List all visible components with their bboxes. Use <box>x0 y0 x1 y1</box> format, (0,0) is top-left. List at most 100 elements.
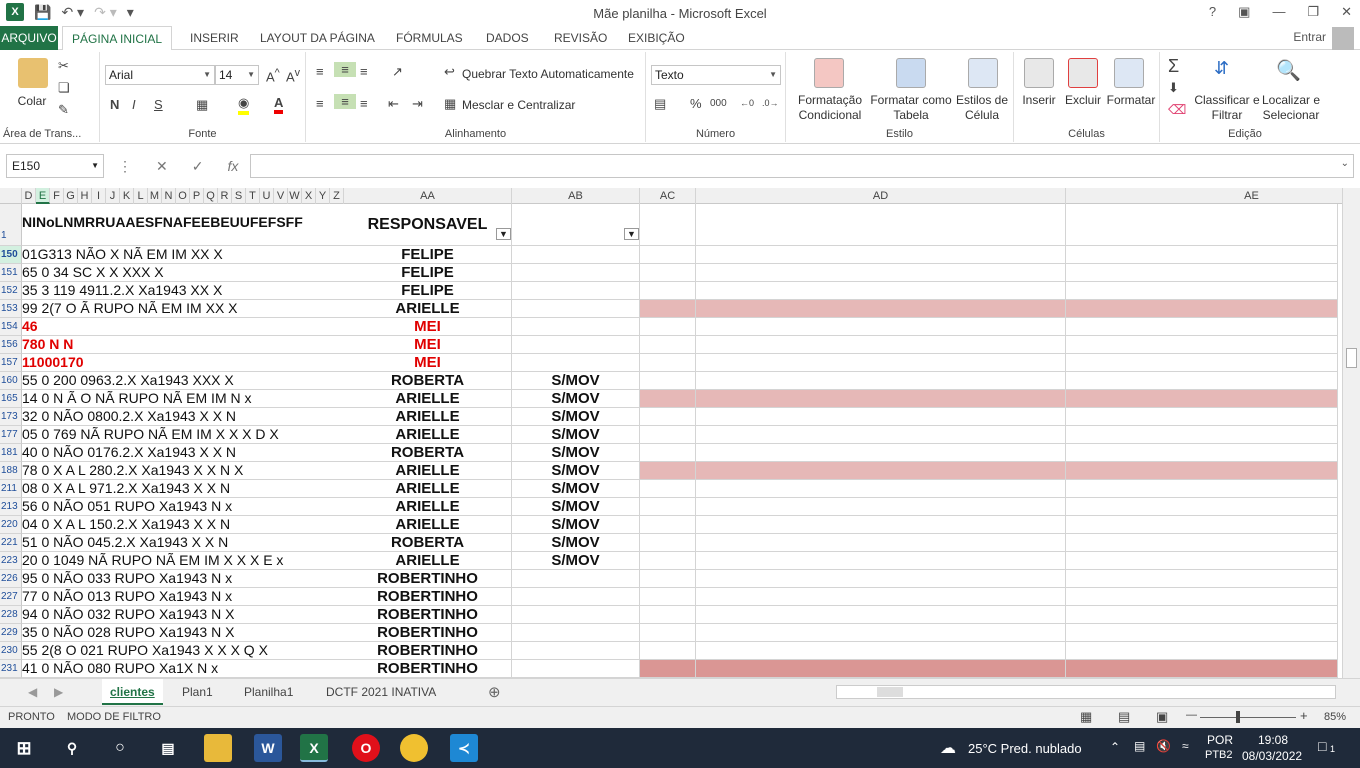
grid-cell[interactable] <box>640 642 696 659</box>
table-row[interactable]: 08 0 X A L 971.2.X Xa1943 X X N ARIELLE S/… <box>22 480 1338 498</box>
cut-icon[interactable]: ✂ <box>58 58 69 74</box>
responsavel-cell[interactable]: ROBERTINHO <box>344 642 512 659</box>
row-header[interactable]: 160 <box>0 372 22 390</box>
column-header[interactable]: H <box>78 188 92 204</box>
status-cell[interactable]: S/MOV <box>512 444 640 461</box>
zoom-out-icon[interactable]: — <box>1186 709 1197 721</box>
grid-cell[interactable] <box>640 462 696 479</box>
narrow-cells[interactable]: 20 0 1049 NÃ RUPO NÃ EM IM X X X E x <box>22 552 344 569</box>
grid-cell[interactable] <box>640 204 696 245</box>
table-row[interactable]: 32 0 NÃO 0800.2.X Xa1943 X X N ARIELLE S/M… <box>22 408 1338 426</box>
tab-review[interactable]: REVISÃO <box>548 26 613 50</box>
enter-icon[interactable]: ✓ <box>192 158 204 175</box>
format-as-table-button[interactable]: Formatar como Tabela <box>868 93 954 123</box>
grid-cell[interactable] <box>1066 204 1338 245</box>
row-header[interactable]: 177 <box>0 426 22 444</box>
grid-cell[interactable] <box>640 588 696 605</box>
grid-cell[interactable] <box>696 606 1066 623</box>
column-header[interactable]: Y <box>316 188 330 204</box>
column-header[interactable]: AB <box>512 188 640 204</box>
clear-icon[interactable]: ⌫ <box>1168 102 1186 118</box>
column-header[interactable]: E <box>36 188 50 204</box>
narrow-cells[interactable]: 40 0 NÃO 0176.2.X Xa1943 X X N <box>22 444 344 461</box>
row-header[interactable]: 150 <box>0 246 22 264</box>
fill-color-icon[interactable]: ◉ <box>238 95 250 115</box>
page-break-view-icon[interactable]: ▣ <box>1156 709 1168 725</box>
table-row[interactable]: 55 2(8 O 021 RUPO Xa1943 X X X Q X ROBERT… <box>22 642 1338 660</box>
status-cell[interactable] <box>512 642 640 659</box>
tab-file[interactable]: ARQUIVO <box>0 26 58 50</box>
status-cell[interactable]: S/MOV <box>512 498 640 515</box>
grid-cell[interactable] <box>1066 660 1338 677</box>
row-header[interactable]: 220 <box>0 516 22 534</box>
tab-view[interactable]: EXIBIÇÃO <box>622 26 691 50</box>
bold-button[interactable]: N <box>110 97 119 112</box>
format-as-table-icon[interactable] <box>896 58 926 88</box>
responsavel-cell[interactable]: FELIPE <box>344 282 512 299</box>
tab-insert[interactable]: INSERIR <box>184 26 245 50</box>
weather-text[interactable]: 25°C Pred. nublado <box>968 741 1082 756</box>
column-header[interactable]: J <box>106 188 120 204</box>
hscroll-thumb[interactable] <box>877 687 903 697</box>
status-cell[interactable]: S/MOV <box>512 426 640 443</box>
row-header[interactable]: 223 <box>0 552 22 570</box>
grid-cell[interactable] <box>696 444 1066 461</box>
vertical-scrollbar[interactable] <box>1342 188 1360 678</box>
status-cell[interactable] <box>512 336 640 353</box>
status-cell[interactable]: S/MOV <box>512 552 640 569</box>
responsavel-cell[interactable]: MEI <box>344 318 512 335</box>
restore-button[interactable]: ❐ <box>1307 4 1319 20</box>
column-header[interactable]: K <box>120 188 134 204</box>
table-row[interactable]: 46 MEI <box>22 318 1338 336</box>
grid-cell[interactable] <box>696 264 1066 281</box>
row-header[interactable]: 230 <box>0 642 22 660</box>
responsavel-cell[interactable]: MEI <box>344 354 512 371</box>
responsavel-cell[interactable]: FELIPE <box>344 264 512 281</box>
conditional-formatting-button[interactable]: Formatação Condicional <box>790 93 870 123</box>
filter-dropdown-icon[interactable]: ▼ <box>496 228 511 240</box>
grid-cell[interactable] <box>696 336 1066 353</box>
chrome-icon[interactable] <box>400 734 428 762</box>
insert-cells-icon[interactable] <box>1024 58 1054 88</box>
grid-cell[interactable] <box>696 624 1066 641</box>
word-icon[interactable]: W <box>254 734 282 762</box>
grid-cell[interactable] <box>640 318 696 335</box>
column-header[interactable]: AE <box>1066 188 1342 204</box>
zoom-slider-thumb[interactable] <box>1236 711 1240 723</box>
grid-cell[interactable] <box>696 660 1066 677</box>
horizontal-scrollbar[interactable] <box>836 685 1336 699</box>
row-header[interactable]: 154 <box>0 318 22 336</box>
grid-cell[interactable] <box>640 264 696 281</box>
conditional-formatting-icon[interactable] <box>814 58 844 88</box>
status-cell[interactable]: S/MOV <box>512 480 640 497</box>
vscode-icon[interactable]: ≺ <box>450 734 478 762</box>
grid-cell[interactable] <box>640 372 696 389</box>
table-row[interactable]: 14 0 N Ã O NÃ RUPO NÃ EM IM N x ARIELLE S/… <box>22 390 1338 408</box>
row-header[interactable]: 231 <box>0 660 22 678</box>
merge-icon[interactable]: ▦ <box>444 96 456 112</box>
grid-cell[interactable] <box>640 246 696 263</box>
table-row[interactable]: 780 N N MEI <box>22 336 1338 354</box>
fill-icon[interactable]: ⬇ <box>1168 80 1179 96</box>
status-cell[interactable] <box>512 606 640 623</box>
tab-page-layout[interactable]: LAYOUT DA PÁGINA <box>254 26 381 50</box>
narrow-cells[interactable]: 14 0 N Ã O NÃ RUPO NÃ EM IM N x <box>22 390 344 407</box>
grid-cell[interactable] <box>1066 426 1338 443</box>
cell-styles-button[interactable]: Estilos de Célula <box>954 93 1010 123</box>
merge-center-button[interactable]: Mesclar e Centralizar <box>462 98 575 113</box>
clock-time[interactable]: 19:08 <box>1258 733 1288 747</box>
copy-icon[interactable]: ❏ <box>58 80 70 96</box>
table-row[interactable]: 65 0 34 SC X X XXX X FELIPE <box>22 264 1338 282</box>
narrow-cells[interactable]: 08 0 X A L 971.2.X Xa1943 X X N <box>22 480 344 497</box>
wrap-text-button[interactable]: Quebrar Texto Automaticamente <box>462 67 634 82</box>
cortana-icon[interactable]: ○ <box>106 734 134 762</box>
row-header[interactable]: 227 <box>0 588 22 606</box>
narrow-cells[interactable]: 35 0 NÃO 028 RUPO Xa1943 N X <box>22 624 344 641</box>
narrow-cells[interactable]: 94 0 NÃO 032 RUPO Xa1943 N X <box>22 606 344 623</box>
grid-cell[interactable] <box>696 318 1066 335</box>
grid-cell[interactable] <box>640 606 696 623</box>
sort-filter-icon[interactable]: ⇵ <box>1214 58 1229 79</box>
filter-dropdown-icon[interactable]: ▼ <box>624 228 639 240</box>
responsavel-cell[interactable]: ROBERTINHO <box>344 660 512 677</box>
narrow-cells[interactable]: 78 0 X A L 280.2.X Xa1943 X X N X <box>22 462 344 479</box>
